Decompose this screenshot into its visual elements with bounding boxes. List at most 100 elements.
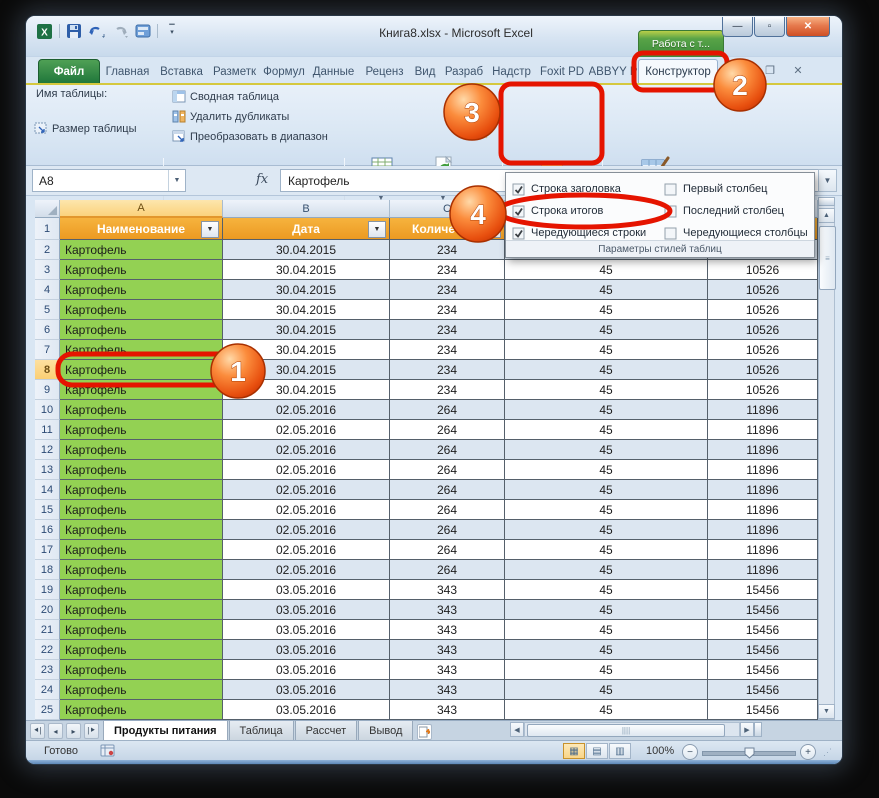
row-header-11[interactable]: 11 — [35, 420, 60, 440]
cell[interactable]: Картофель — [60, 260, 223, 280]
cell[interactable]: Картофель — [60, 520, 223, 540]
cell[interactable]: 45 — [505, 380, 708, 400]
cell[interactable]: 15456 — [708, 680, 818, 700]
cell[interactable]: 10526 — [708, 320, 818, 340]
tab-5[interactable]: Данные — [307, 60, 360, 84]
touch-mode-icon[interactable] — [134, 22, 152, 40]
cell[interactable]: 45 — [505, 280, 708, 300]
cell[interactable]: 45 — [505, 660, 708, 680]
tab-split-handle[interactable] — [754, 722, 762, 737]
row-header-14[interactable]: 14 — [35, 480, 60, 500]
cell[interactable]: 343 — [390, 680, 505, 700]
cell[interactable]: Картофель — [60, 360, 223, 380]
cell[interactable]: Картофель — [60, 580, 223, 600]
contextual-tab-group-label[interactable]: Работа с т... — [638, 30, 724, 57]
cell[interactable]: 02.05.2016 — [223, 460, 390, 480]
row-header-16[interactable]: 16 — [35, 520, 60, 540]
cell[interactable]: Картофель — [60, 640, 223, 660]
row-header-8[interactable]: 8 — [35, 360, 60, 380]
zoom-in-icon[interactable]: + — [800, 744, 816, 760]
cell[interactable]: 15456 — [708, 660, 818, 680]
cell[interactable]: 45 — [505, 460, 708, 480]
cell[interactable]: 02.05.2016 — [223, 440, 390, 460]
cell[interactable]: 11896 — [708, 500, 818, 520]
cell[interactable]: 10526 — [708, 260, 818, 280]
macro-record-icon[interactable] — [100, 744, 116, 760]
cell[interactable]: 45 — [505, 520, 708, 540]
pivot-table-button[interactable]: Сводная таблица — [172, 90, 279, 103]
cell[interactable]: 03.05.2016 — [223, 660, 390, 680]
cell[interactable]: 30.04.2015 — [223, 340, 390, 360]
cell[interactable]: Картофель — [60, 340, 223, 360]
cell[interactable]: Картофель — [60, 700, 223, 720]
column-header-B[interactable]: B — [223, 200, 390, 218]
style-option-checked[interactable]: Строка заголовка — [512, 178, 664, 200]
column-header-C[interactable]: C — [390, 200, 505, 218]
convert-to-range-button[interactable]: Преобразовать в диапазон — [172, 130, 328, 143]
cell[interactable]: 264 — [390, 500, 505, 520]
cell[interactable]: 30.04.2015 — [223, 360, 390, 380]
workbook-close-button[interactable]: ✕ — [788, 64, 808, 77]
row-header-24[interactable]: 24 — [35, 680, 60, 700]
cell[interactable]: 11896 — [708, 480, 818, 500]
name-box[interactable]: A8 ▼ — [32, 169, 186, 192]
zoom-out-icon[interactable]: − — [682, 744, 698, 760]
cell[interactable]: 234 — [390, 300, 505, 320]
sheet-tab[interactable]: Рассчет — [295, 721, 358, 741]
checkbox-unchecked-icon[interactable] — [664, 227, 677, 240]
row-header-5[interactable]: 5 — [35, 300, 60, 320]
cell[interactable]: 234 — [390, 340, 505, 360]
checkbox-unchecked-icon[interactable] — [664, 205, 677, 218]
cell[interactable]: 30.04.2015 — [223, 320, 390, 340]
tab-11[interactable]: ABBYY P — [588, 60, 638, 84]
cell[interactable]: Картофель — [60, 680, 223, 700]
cell[interactable]: 45 — [505, 700, 708, 720]
cell[interactable]: 10526 — [708, 360, 818, 380]
cell[interactable]: Картофель — [60, 460, 223, 480]
workbook-minimize-button[interactable]: — — [732, 64, 752, 77]
cell[interactable]: 45 — [505, 340, 708, 360]
page-layout-view-icon[interactable]: ▤ — [586, 743, 608, 759]
vertical-scroll-thumb[interactable]: ≡ — [819, 226, 836, 290]
row-header-10[interactable]: 10 — [35, 400, 60, 420]
cell[interactable]: 45 — [505, 260, 708, 280]
tab-file[interactable]: Файл — [38, 59, 100, 84]
filter-dropdown-icon[interactable]: ▼ — [201, 221, 219, 238]
cell[interactable]: 02.05.2016 — [223, 400, 390, 420]
next-sheet-icon[interactable]: ▸ — [66, 723, 81, 739]
scroll-left-icon[interactable]: ◀ — [510, 722, 524, 737]
sheet-tab[interactable]: Таблица — [229, 721, 294, 741]
row-header-9[interactable]: 9 — [35, 380, 60, 400]
cell[interactable]: 02.05.2016 — [223, 480, 390, 500]
tab-2[interactable]: Вставка — [155, 60, 208, 84]
cell[interactable]: 11896 — [708, 420, 818, 440]
row-header-6[interactable]: 6 — [35, 320, 60, 340]
first-sheet-icon[interactable]: ⯇| — [30, 723, 45, 739]
cell[interactable]: 45 — [505, 640, 708, 660]
cell[interactable]: Картофель — [60, 380, 223, 400]
cell[interactable]: 264 — [390, 460, 505, 480]
scroll-down-icon[interactable]: ▼ — [818, 704, 835, 719]
cell[interactable]: 234 — [390, 260, 505, 280]
cell[interactable]: 45 — [505, 400, 708, 420]
row-header-2[interactable]: 2 — [35, 240, 60, 260]
cell[interactable]: 02.05.2016 — [223, 540, 390, 560]
style-option-unchecked[interactable]: Последний столбец — [664, 200, 814, 222]
cell[interactable]: Картофель — [60, 600, 223, 620]
cell[interactable]: 45 — [505, 420, 708, 440]
resize-grip[interactable]: ⋰ — [823, 747, 832, 758]
fx-icon[interactable]: fx — [256, 172, 268, 187]
cell[interactable]: 10526 — [708, 300, 818, 320]
resize-table-button[interactable]: Размер таблицы — [34, 122, 136, 135]
cell[interactable]: 30.04.2015 — [223, 260, 390, 280]
cell[interactable]: 45 — [505, 600, 708, 620]
cell[interactable]: 264 — [390, 400, 505, 420]
remove-duplicates-button[interactable]: Удалить дубликаты — [172, 110, 289, 123]
close-button[interactable]: ✕ — [786, 17, 830, 37]
tab-3[interactable]: Разметк — [208, 60, 261, 84]
checkbox-checked-icon[interactable] — [512, 227, 525, 240]
cell[interactable]: 02.05.2016 — [223, 560, 390, 580]
cell[interactable]: 234 — [390, 320, 505, 340]
cell[interactable]: 02.05.2016 — [223, 420, 390, 440]
cell[interactable]: 02.05.2016 — [223, 520, 390, 540]
